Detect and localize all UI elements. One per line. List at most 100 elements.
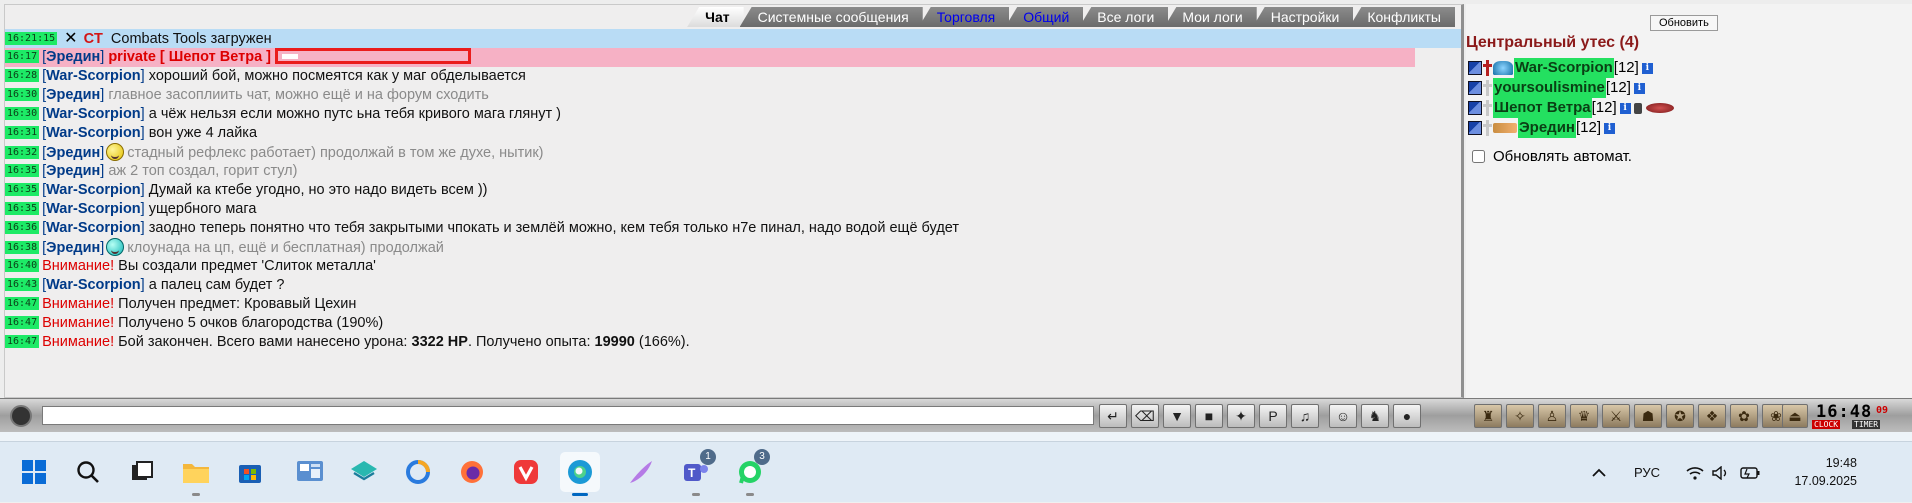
nick[interactable]: War-Scorpion (46, 201, 141, 217)
private-chat-icon[interactable] (1468, 121, 1482, 135)
tab-my-logs[interactable]: Мои логи (1164, 7, 1257, 27)
user-name[interactable]: Шепот Ветра (1493, 98, 1592, 118)
record-icon[interactable]: ● (1393, 404, 1421, 428)
system-date: 17.09.2025 (1794, 474, 1857, 488)
user-name[interactable]: War-Scorpion (1514, 58, 1614, 78)
clock-label[interactable]: CLOCK (1812, 420, 1841, 429)
teams-icon[interactable]: T 1 (676, 449, 716, 496)
skill-icon-5[interactable]: ⚔ (1602, 404, 1630, 428)
user-level: [12] (1575, 119, 1602, 136)
tab-system-messages[interactable]: Системные сообщения (739, 7, 923, 27)
keyboard-language[interactable]: РУС (1634, 442, 1660, 503)
timestamp: 16:31 (5, 126, 40, 139)
teams-badge: 1 (700, 449, 716, 465)
nick[interactable]: War-Scorpion (46, 277, 141, 293)
start-icon[interactable] (14, 452, 54, 492)
whatsapp-icon[interactable]: 3 (730, 449, 770, 496)
info-icon[interactable]: i (1604, 122, 1616, 134)
tab-all-logs[interactable]: Все логи (1079, 7, 1169, 27)
exit-icon[interactable]: ⏏ (1782, 404, 1808, 428)
walk-icon[interactable]: ✦ (1227, 404, 1255, 428)
eraser-icon[interactable]: ⌫ (1131, 404, 1159, 428)
skill-icon-7[interactable]: ✪ (1666, 404, 1694, 428)
tab-trade[interactable]: Торговля (918, 7, 1010, 27)
info-icon[interactable]: i (1633, 82, 1645, 94)
chat-message: 16:32 [Эредин] стадный рефлекс работает) п… (5, 143, 544, 161)
private-chat-icon[interactable] (1468, 81, 1482, 95)
knight-icon[interactable]: ♞ (1361, 404, 1389, 428)
nick[interactable]: Эредин (46, 240, 100, 256)
user-list: War-Scorpion [12] i yoursoulismine [12] i Ше… (1468, 58, 1675, 138)
battle-end-message: 16:47 Внимание! Бой закончен. Всего вами … (5, 333, 1461, 352)
chat-message: 16:30 [Эредин] главное засоплиить чат, мо… (5, 87, 489, 103)
chat-mode-icon[interactable] (10, 405, 32, 427)
user-name[interactable]: Эредин (1518, 118, 1576, 138)
alert-text: Вы создали предмет 'Слиток металла' (118, 258, 376, 274)
skill-icon-3[interactable]: ♙ (1538, 404, 1566, 428)
nick[interactable]: War-Scorpion (46, 106, 141, 122)
store-icon[interactable] (230, 452, 270, 492)
tab-conflicts[interactable]: Конфликты (1349, 7, 1455, 27)
smiley-icon (106, 143, 125, 161)
timestamp: 16:35 (5, 164, 40, 177)
edge-icon[interactable] (560, 452, 600, 496)
wifi-icon[interactable] (1686, 442, 1704, 503)
volume-icon[interactable] (1712, 442, 1730, 503)
auto-refresh-label: Обновлять автомат. (1493, 148, 1632, 165)
smiley-icon[interactable]: ☺ (1329, 404, 1357, 428)
private-label[interactable]: private [ Шепот Ветра ] (108, 49, 271, 65)
dashboard-app-icon[interactable] (290, 452, 330, 492)
chat-message: 16:38 [Эредин] клоунада на цп, ещё и беспл… (5, 238, 444, 256)
sound-icon[interactable]: ♫ (1291, 404, 1319, 428)
skill-icon-2[interactable]: ✧ (1506, 404, 1534, 428)
task-view-icon[interactable] (122, 452, 162, 492)
file-explorer-icon[interactable] (176, 452, 216, 496)
skill-icon-8[interactable]: ❖ (1698, 404, 1726, 428)
private-chat-icon[interactable] (1468, 101, 1482, 115)
refresh-button[interactable]: Обновить (1650, 15, 1718, 31)
layers-app-icon[interactable] (344, 452, 384, 492)
user-row: War-Scorpion [12] i (1468, 58, 1675, 78)
skill-icon-6[interactable]: ☗ (1634, 404, 1662, 428)
nick[interactable]: Эредин (46, 49, 100, 65)
nick[interactable]: Эредин (46, 163, 100, 179)
skill-icon-4[interactable]: ♛ (1570, 404, 1598, 428)
clan-icon[interactable] (1493, 61, 1513, 75)
filter-icon[interactable]: ▼ (1163, 404, 1191, 428)
clock-seconds: 09 (1876, 405, 1889, 416)
skill-icon-1[interactable]: ♜ (1474, 404, 1502, 428)
private-chat-icon[interactable] (1468, 61, 1482, 75)
tab-chat[interactable]: Чат (687, 7, 744, 27)
copilot-icon[interactable] (398, 452, 438, 492)
vivaldi-icon[interactable] (506, 452, 546, 492)
nick[interactable]: War-Scorpion (46, 182, 141, 198)
search-icon[interactable] (68, 452, 108, 492)
info-icon[interactable]: i (1619, 102, 1631, 114)
skill-icon-9[interactable]: ✿ (1730, 404, 1758, 428)
close-icon[interactable]: ✕ (64, 30, 77, 47)
nick[interactable]: War-Scorpion (46, 68, 141, 84)
battery-icon[interactable] (1740, 442, 1760, 503)
user-name[interactable]: yoursoulismine (1493, 78, 1606, 98)
system-clock[interactable]: 19:48 17.09.2025 (1787, 454, 1857, 490)
system-time: 19:48 (1825, 456, 1857, 470)
tab-settings[interactable]: Настройки (1252, 7, 1354, 27)
clan-icon[interactable] (1493, 123, 1517, 133)
save-icon[interactable]: ■ (1195, 404, 1223, 428)
feather-app-icon[interactable] (620, 452, 660, 492)
firefox-icon[interactable] (452, 452, 492, 492)
send-icon[interactable]: ↵ (1099, 404, 1127, 428)
auto-refresh-checkbox[interactable] (1472, 150, 1485, 163)
auto-refresh-toggle[interactable]: Обновлять автомат. (1472, 148, 1632, 165)
nick[interactable]: Эредин (46, 145, 100, 161)
timer-label[interactable]: TIMER (1852, 420, 1881, 429)
chat-input[interactable] (42, 406, 1094, 425)
alert-message: 16:47 Внимание! Получен предмет: Кровавый… (5, 295, 1461, 314)
tab-general[interactable]: Общий (1005, 7, 1084, 27)
nick[interactable]: War-Scorpion (46, 220, 141, 236)
nick[interactable]: War-Scorpion (46, 125, 141, 141)
pl-icon[interactable]: P (1259, 404, 1287, 428)
tray-chevron-up-icon[interactable] (1592, 442, 1606, 503)
nick[interactable]: Эредин (46, 87, 100, 103)
info-icon[interactable]: i (1641, 62, 1653, 74)
